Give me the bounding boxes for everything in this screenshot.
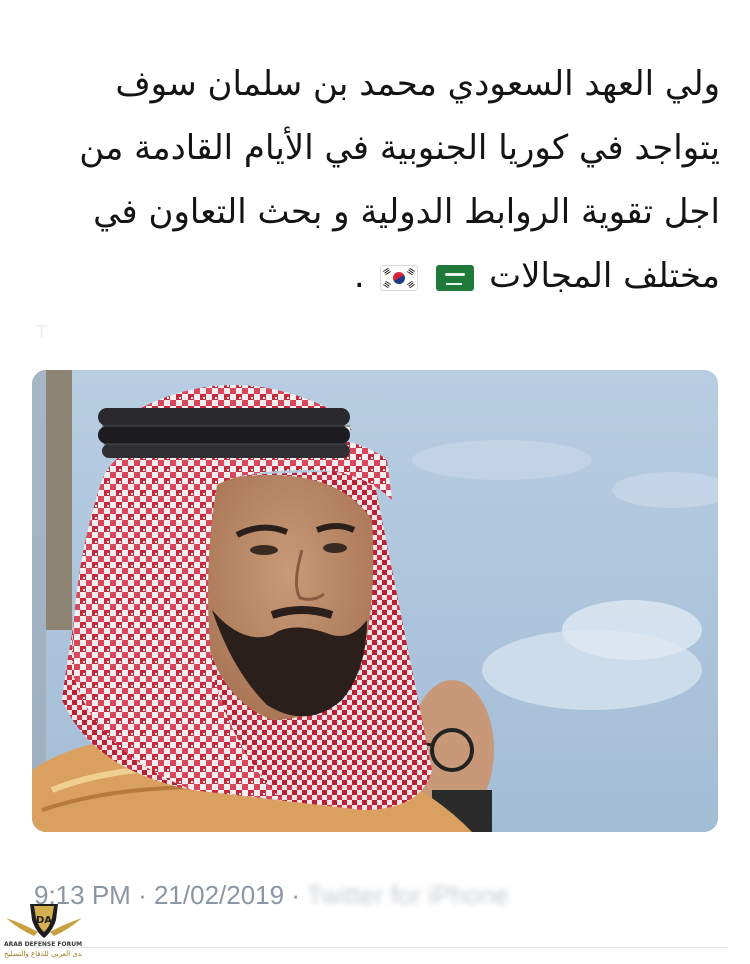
logo-letters: DA (36, 915, 52, 926)
meta-separator-2: · (291, 880, 301, 910)
tweet-metadata: 9:13 PM · 21/02/2019 · Twitter for iPhon… (34, 880, 509, 911)
tweet-line-3: اجل تقوية الروابط الدولية و بحث التعاون … (93, 192, 720, 232)
tweet-text: ولي العهد السعودي محمد بن سلمان سوف يتوا… (30, 52, 720, 308)
tweet-end-punctuation: . (353, 256, 365, 296)
tweet-line-4-text: مختلف المجالات (489, 256, 720, 296)
forum-name-en: ARAB DEFENSE FORUM (4, 941, 82, 948)
tweet-line-1: ولي العهد السعودي محمد بن سلمان سوف (115, 64, 720, 104)
tweet-photo[interactable] (32, 370, 718, 832)
faint-mark: T (36, 322, 47, 343)
korea-flag-icon (379, 264, 418, 291)
saudi-flag-icon (436, 264, 475, 291)
meta-separator: · (138, 880, 147, 910)
divider (34, 947, 728, 948)
tweet-line-2: يتواجد في كوريا الجنوبية في الأيام القاد… (79, 128, 720, 168)
tweet-client[interactable]: Twitter for iPhone (307, 880, 509, 910)
tweet-line-4: مختلف المجالات . (30, 244, 720, 308)
forum-name-ar: المنتدى العربي للدفاع والتسليح (4, 950, 82, 958)
tweet-date: 21/02/2019 (153, 880, 285, 910)
photo-illustration (32, 370, 718, 832)
